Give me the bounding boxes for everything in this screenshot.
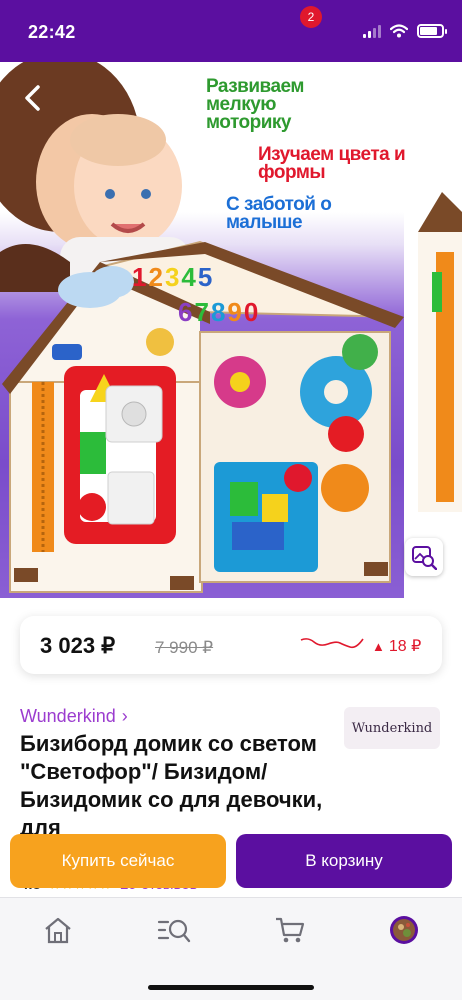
home-icon — [45, 917, 71, 944]
brand-logo-text: Wunderkind — [351, 720, 433, 736]
home-indicator — [148, 985, 314, 990]
busy-house-illustration — [0, 62, 404, 593]
status-time: 22:42 — [28, 22, 76, 42]
tab-home[interactable] — [38, 912, 78, 948]
battery-icon — [417, 24, 447, 38]
price-change: ▲ 18 ₽ — [372, 636, 421, 656]
buy-now-button[interactable]: Купить сейчас — [10, 834, 226, 888]
next-product-photo — [418, 192, 462, 512]
image-search-button[interactable] — [405, 538, 443, 576]
image-search-icon — [412, 546, 437, 570]
status-bar: 22:42 — [0, 0, 462, 62]
old-price: 7 990 ₽ — [155, 638, 214, 657]
wifi-icon — [390, 24, 408, 38]
product-title: Бизиборд домик со светом "Светофор"/ Биз… — [20, 731, 323, 838]
product-photo — [0, 62, 404, 598]
tab-cart[interactable] — [270, 912, 310, 948]
triangle-up-icon: ▲ — [372, 638, 385, 654]
share-icon — [420, 83, 444, 113]
cart-count-badge: 2 — [300, 6, 322, 28]
tagline-motor-skills: Развиваем мелкую моторику — [206, 76, 304, 134]
tab-profile[interactable] — [384, 912, 424, 948]
heart-icon — [356, 87, 384, 114]
chevron-left-icon — [25, 85, 40, 111]
share-button[interactable] — [412, 78, 452, 118]
house-roof-numbers: 1 2 3 4 5 6 7 8 9 0 — [132, 262, 259, 327]
tagline-care: С заботой о малыше — [226, 194, 332, 234]
price-history-sparkline — [300, 638, 364, 649]
cellular-signal-icon — [363, 24, 381, 38]
brand-link[interactable]: Wunderkind › — [20, 706, 128, 727]
favorite-button[interactable] — [350, 80, 390, 120]
cart-icon — [276, 917, 305, 943]
price-change-value: 18 ₽ — [388, 638, 422, 655]
tagline-colors-shapes: Изучаем цвета и формы — [258, 144, 406, 184]
catalog-search-icon — [157, 919, 191, 943]
back-button[interactable] — [12, 78, 52, 118]
status-icons — [363, 24, 447, 38]
add-to-cart-button[interactable]: В корзину — [236, 834, 452, 888]
product-image-gallery[interactable]: 1 2 3 4 5 6 7 8 9 0 Развиваем мелкую мот… — [0, 62, 462, 598]
brand-logo[interactable]: Wunderkind — [344, 707, 440, 749]
profile-avatar — [390, 916, 418, 944]
chevron-right-icon: › — [121, 706, 128, 726]
tab-catalog[interactable] — [154, 912, 194, 948]
current-price: 3 023 ₽ — [40, 633, 116, 658]
brand-name: Wunderkind — [20, 706, 116, 726]
price-card[interactable]: 3 023 ₽ 7 990 ₽ ▲ 18 ₽ — [20, 616, 442, 674]
